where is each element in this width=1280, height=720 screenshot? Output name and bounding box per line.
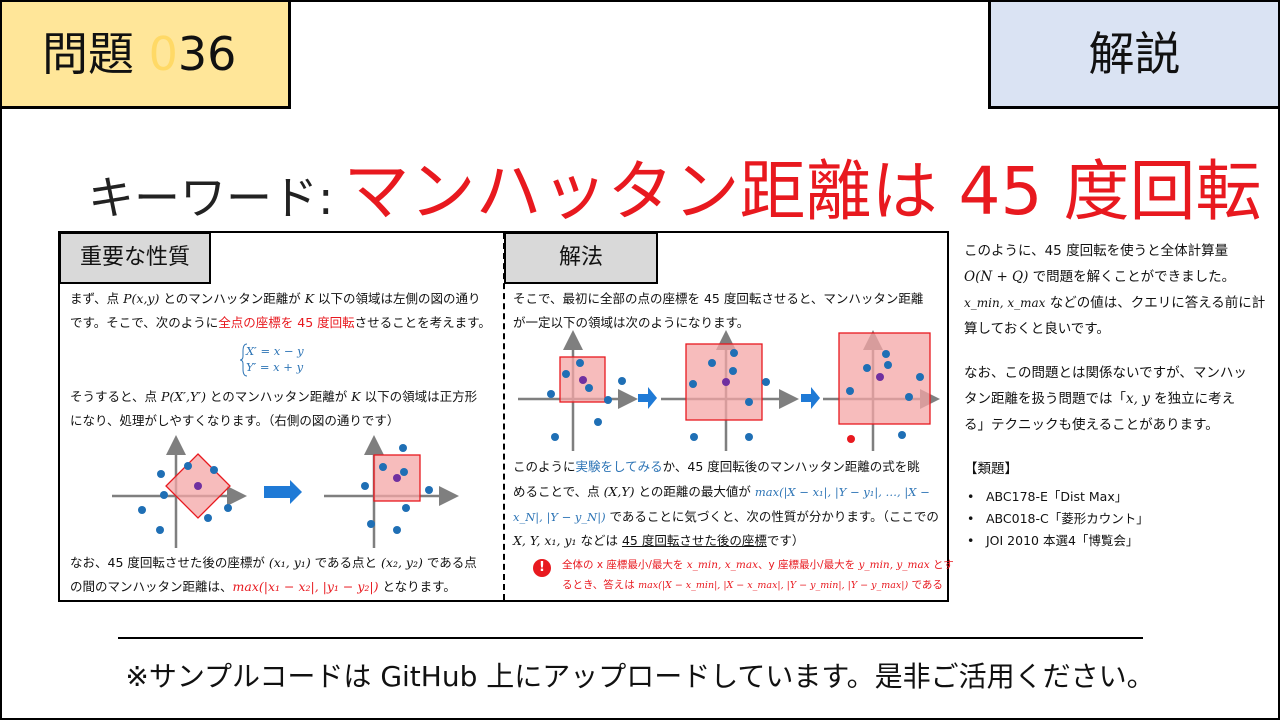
problem-number: 問題 036 (42, 24, 236, 84)
square-plot-medium (661, 330, 799, 451)
sidebar-line-6: タン距離を扱う問題では「x, y を独立に考え (964, 391, 1236, 407)
kaisetsu-label: 解説 (1088, 27, 1181, 81)
farthest-point (847, 435, 855, 443)
sidebar-line-4: 算しておくと良いです。 (964, 321, 1110, 337)
right-paragraph-5: x_N|, |Y − y_N|) であることに気づくと、次の性質が分かります。（… (513, 509, 939, 524)
square-plot (324, 435, 459, 548)
right-paragraph-3: このように実験をしてみるか、45 度回転後のマンハッタン距離の式を眺 (513, 459, 920, 474)
tag-solution: 解法 (504, 232, 658, 284)
left-paragraph-1: まず、点 P(x,y) とのマンハッタン距離が K 以下の領域は左側の図の通り (70, 291, 481, 306)
left-paragraph-6: の間のマンハッタン距離は、max(|x₁ − x₂|, |y₁ − y₂|) と… (70, 579, 456, 594)
left-rotation-diagram (112, 435, 459, 548)
keyword-title: マンハッタン距離は 45 度回転 (343, 153, 1262, 230)
progression-arrow-icon-1 (638, 387, 657, 409)
problem-label: 問題 (42, 27, 134, 81)
rotation-equations: X′ = x − y Y′ = x + y (246, 343, 304, 375)
problem-number-leading-zero: 0 (148, 27, 178, 81)
sidebar-line-3: x_min, x_max などの値は、クエリに答える前に計 (964, 295, 1266, 311)
kaisetsu-box: 解説 (988, 2, 1278, 109)
sidebar-notes: このように、45 度回転を使うと全体計算量 O(N + Q) で問題を解くことが… (964, 238, 1266, 552)
equation-x: X′ = x − y (246, 344, 304, 358)
problem-number-box: 問題 036 (2, 2, 291, 109)
related-problem-item: ABC178-E「Dist Max」 (964, 486, 1264, 508)
keyword-label: キーワード: (88, 171, 334, 225)
equation-brace-icon (239, 343, 248, 377)
related-problem-item: ABC018-C「菱形カウント」 (964, 508, 1264, 530)
progression-arrow-icon-2 (801, 387, 820, 409)
center-point (194, 482, 202, 490)
warning-icon: ! (533, 559, 551, 577)
transform-arrow-icon (264, 480, 302, 504)
sidebar-line-7: る」テクニックも使えることがあります。 (964, 417, 1219, 433)
related-problems-title: 【類題】 (964, 461, 1018, 477)
problem-number-value: 36 (177, 27, 237, 81)
left-paragraph-3: そうすると、点 P(X′,Y′) とのマンハッタン距離が K 以下の領域は正方形 (70, 389, 478, 404)
keyword-heading: キーワード: マンハッタン距離は 45 度回転 (88, 138, 1261, 230)
diamond-plot (112, 435, 247, 548)
right-paragraph-1: そこで、最初に全部の点の座標を 45 度回転させると、マンハッタン距離 (513, 291, 924, 306)
square-plot-large (823, 330, 940, 451)
right-progression-diagram (518, 330, 940, 451)
warning-line-2: るとき、答えは max(|X − x_min|, |X − x_max|, |Y… (562, 579, 943, 591)
square-plot-small (518, 330, 638, 451)
sidebar-line-1: このように、45 度回転を使うと全体計算量 (964, 243, 1229, 259)
related-problem-item: JOI 2010 本選4「博覧会」 (964, 530, 1264, 552)
left-paragraph-2: です。そこで、次のように全点の座標を 45 度回転させることを考えます。 (70, 315, 491, 330)
equation-y: Y′ = x + y (246, 360, 304, 374)
sidebar-line-2: O(N + Q) で問題を解くことができました。 (964, 269, 1236, 285)
left-paragraph-5: なお、45 度回転させた後の座標が (x₁, y₁) である点と (x₂, y₂… (70, 555, 477, 570)
panel-divider (503, 233, 505, 600)
footer-note: ※サンプルコードは GitHub 上にアップロードしています。是非ご活用ください… (125, 660, 1155, 693)
warning-line-1: 全体の x 座標最小/最大を x_min, x_max、y 座標最小/最大を y… (562, 559, 954, 571)
related-problems-list: ABC178-E「Dist Max」 ABC018-C「菱形カウント」 JOI … (964, 486, 1264, 552)
sidebar-line-5: なお、この問題とは関係ないですが、マンハッ (964, 365, 1247, 381)
right-paragraph-6: X, Y, x₁, y₁ などは 45 度回転させた後の座標です） (513, 533, 805, 548)
right-paragraph-4: めることで、点 (X,Y) との距離の最大値が max(|X − x₁|, |Y… (513, 484, 930, 499)
tag-important-property: 重要な性質 (59, 232, 211, 284)
main-panel: 重要な性質 解法 まず、点 P(x,y) とのマンハッタン距離が K 以下の領域… (58, 231, 954, 602)
footer-divider (118, 637, 1143, 639)
left-paragraph-4: になり、処理がしやすくなります。（右側の図の通りです） (70, 413, 400, 428)
